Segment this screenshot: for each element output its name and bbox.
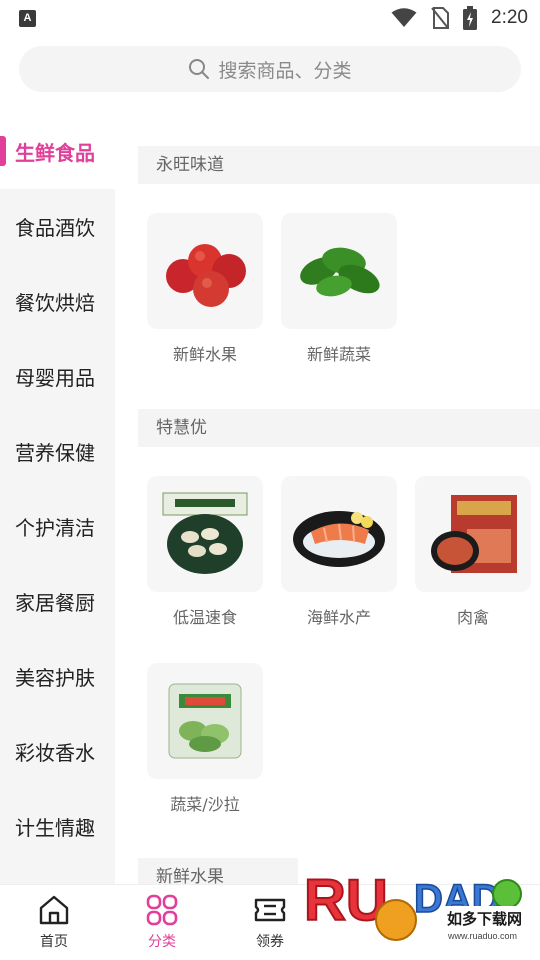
sidebar-item-label: 餐饮烘焙 (15, 291, 95, 315)
dumplings-image (147, 476, 263, 592)
sidebar-item-label: 计生情趣 (15, 816, 95, 840)
wifi-icon (391, 8, 417, 27)
search-placeholder: 搜索商品、分类 (218, 59, 352, 82)
salmon-image (281, 476, 397, 592)
sidebar-item-label: 彩妆香水 (15, 741, 95, 765)
sidebar-item-personal-care[interactable]: 个护清洁 (0, 489, 115, 564)
svg-text:如多下载网: 如多下载网 (447, 910, 522, 928)
category-tile[interactable]: 低温速食 (147, 476, 263, 628)
apples-image (147, 213, 263, 329)
nav-home[interactable]: 首页 (19, 893, 89, 951)
sidebar-item-label: 个护清洁 (15, 516, 95, 540)
category-tile[interactable]: 海鲜水产 (281, 476, 397, 628)
tile-label: 新鲜水果 (172, 345, 237, 364)
sidebar-item-label: 美容护肤 (15, 666, 95, 690)
sidebar-item-food-drinks[interactable]: 食品酒饮 (0, 189, 115, 264)
section-header: 永旺味道 (138, 146, 540, 184)
category-tile[interactable]: 新鲜水果 (147, 213, 263, 365)
category-sidebar: 生鲜食品 食品酒饮 餐饮烘焙 母婴用品 营养保健 个护清洁 家居餐厨 美容护肤 … (0, 114, 115, 884)
svg-text:www.ruaduo.com: www.ruaduo.com (447, 931, 517, 941)
status-time: 2:20 (491, 7, 528, 28)
status-right-group: 2:20 (391, 4, 528, 32)
nav-category[interactable]: 分类 (127, 893, 197, 951)
sidebar-item-dining-baking[interactable]: 餐饮烘焙 (0, 264, 115, 339)
sidebar-item-label: 食品酒饮 (15, 216, 95, 240)
tile-label: 低温速食 (172, 608, 237, 627)
section-header: 特慧优 (138, 409, 540, 447)
tile-label: 新鲜蔬菜 (306, 345, 371, 364)
home-icon (39, 895, 69, 925)
sidebar-item-label: 家居餐厨 (15, 591, 95, 615)
app-notification-icon: A (19, 10, 36, 27)
search-bar[interactable]: 搜索商品、分类 (19, 46, 521, 92)
no-sim-icon (431, 7, 450, 29)
spinach-image (281, 213, 397, 329)
category-tile[interactable]: 新鲜蔬菜 (281, 213, 397, 365)
sidebar-item-mother-baby[interactable]: 母婴用品 (0, 339, 115, 414)
salad-box-image (147, 663, 263, 779)
sidebar-item-label: 营养保健 (15, 441, 95, 465)
svg-text:RU: RU (304, 868, 388, 933)
sidebar-item-adult[interactable]: 计生情趣 (0, 789, 115, 864)
nav-label: 领券 (256, 934, 284, 950)
category-tile[interactable]: 蔬菜/沙拉 (147, 663, 263, 815)
sidebar-item-fresh-food[interactable]: 生鲜食品 (0, 114, 115, 189)
sidebar-item-label: 生鲜食品 (15, 141, 95, 165)
ruandao-watermark-logo: RU DAD 如多下载网 www.ruaduo.com (303, 867, 526, 941)
sidebar-item-skincare[interactable]: 美容护肤 (0, 639, 115, 714)
category-icon (146, 894, 178, 926)
sidebar-item-label: 母婴用品 (15, 366, 95, 390)
sidebar-item-home-kitchen[interactable]: 家居餐厨 (0, 564, 115, 639)
tile-label: 蔬菜/沙拉 (170, 795, 240, 814)
sidebar-item-nutrition[interactable]: 营养保健 (0, 414, 115, 489)
battery-charging-icon (463, 6, 478, 30)
sidebar-item-makeup[interactable]: 彩妆香水 (0, 714, 115, 789)
status-bar: A 2:20 (0, 0, 540, 36)
packaged-meat-image (415, 476, 531, 592)
nav-label: 分类 (148, 934, 176, 950)
nav-label: 首页 (40, 934, 68, 950)
category-tile[interactable]: 肉禽 (415, 476, 531, 628)
tile-label: 肉禽 (456, 608, 489, 627)
search-icon (189, 59, 210, 79)
nav-coupon[interactable]: 领券 (235, 893, 305, 951)
tile-label: 海鲜水产 (306, 608, 371, 627)
coupon-icon (254, 898, 286, 922)
